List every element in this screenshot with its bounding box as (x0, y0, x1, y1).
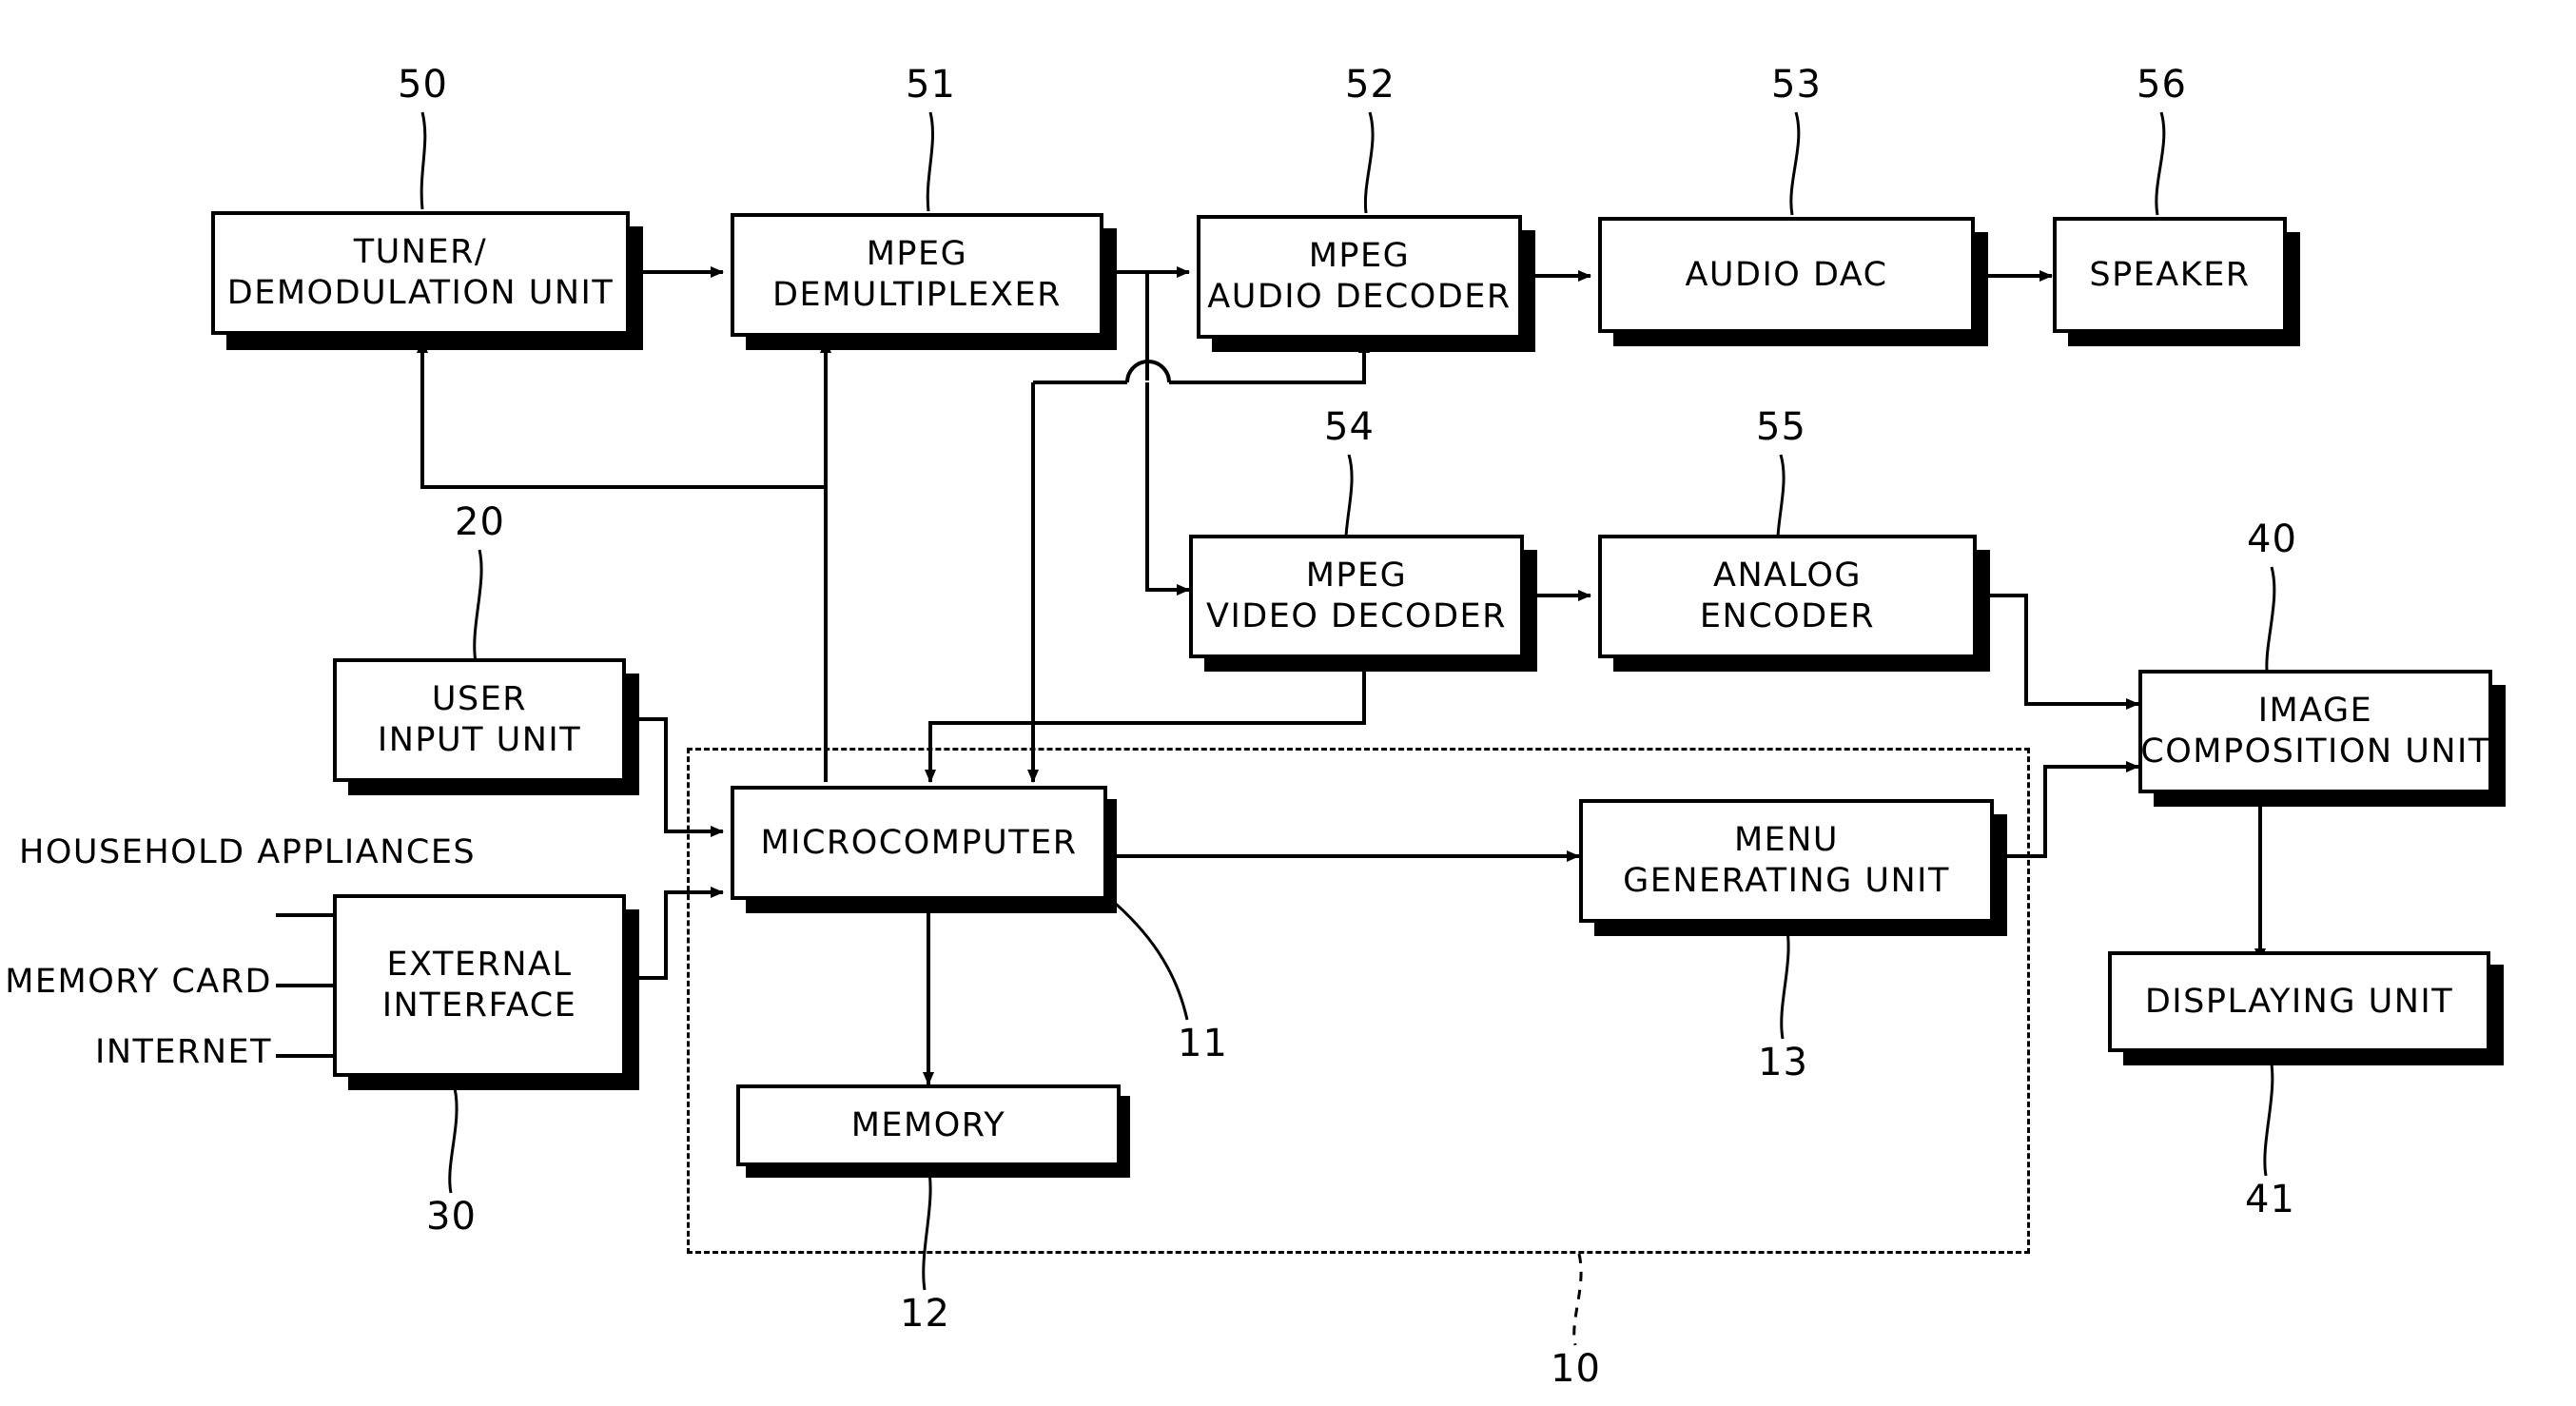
microcomputer-label: MICROCOMPUTER (760, 823, 1078, 862)
shadow-micro (746, 898, 1117, 913)
wire-encoder-to-imagecomp (1984, 594, 2139, 710)
user-input-label-line1: USER (431, 680, 528, 719)
block-displaying-unit[interactable]: DISPLAYING UNIT (2108, 951, 2490, 1052)
audio-decoder-label-line1: MPEG (1308, 237, 1411, 276)
household-line1: HOUSEHOLD (19, 833, 245, 871)
analog-encoder-label-line1: ANALOG (1713, 557, 1862, 596)
shadow-userinput (348, 780, 639, 795)
memory-label: MEMORY (850, 1105, 1006, 1144)
image-composition-label-line2: COMPOSITION UNIT (2140, 732, 2490, 771)
patent-block-diagram: TUNER/ DEMODULATION UNIT MPEG DEMULTIPLE… (0, 0, 2576, 1406)
shadow-speaker (2068, 331, 2300, 346)
leader-30 (448, 1087, 459, 1194)
block-menu-generating-unit[interactable]: MENU GENERATING UNIT (1579, 799, 1994, 923)
ref-numeral-40: 40 (2247, 517, 2297, 561)
block-microcomputer[interactable]: MICROCOMPUTER (731, 786, 1107, 900)
shadow-display-side (2488, 965, 2504, 1065)
ref-numeral-11: 11 (1178, 1022, 1228, 1065)
leader-53 (1789, 111, 1801, 216)
ref-numeral-54: 54 (1324, 405, 1375, 449)
shadow-speaker-side (2285, 232, 2300, 346)
block-tuner-demodulation-unit[interactable]: TUNER/ DEMODULATION UNIT (211, 211, 630, 335)
tuner-label-line2: DEMODULATION UNIT (226, 274, 615, 312)
shadow-encoder-side (1975, 550, 1990, 672)
block-image-composition-unit[interactable]: IMAGE COMPOSITION UNIT (2138, 670, 2492, 793)
leader-10 (1572, 1253, 1583, 1346)
demux-label-line1: MPEG (866, 235, 968, 274)
memory-card-text: MEMORY CARD (5, 963, 272, 1001)
ref-numeral-20: 20 (455, 500, 505, 544)
block-speaker[interactable]: SPEAKER (2053, 217, 2287, 333)
shadow-menu-side (1992, 814, 2007, 936)
block-user-input-unit[interactable]: USER INPUT UNIT (333, 658, 626, 782)
ref-numeral-55: 55 (1756, 405, 1806, 449)
audio-dac-label: AUDIO DAC (1685, 255, 1888, 294)
leader-51 (926, 111, 934, 212)
block-mpeg-audio-decoder[interactable]: MPEG AUDIO DECODER (1197, 215, 1522, 339)
ref-numeral-52: 52 (1345, 63, 1395, 107)
image-composition-label-line1: IMAGE (2257, 692, 2373, 731)
label-internet: INTERNET (0, 1033, 272, 1071)
block-memory[interactable]: MEMORY (736, 1084, 1121, 1166)
shadow-audiodec (1212, 337, 1535, 352)
shadow-audiodec-side (1520, 230, 1535, 352)
shadow-imagecomp (2154, 791, 2506, 807)
wire-demux-to-videodec (1145, 382, 1190, 596)
user-input-label-line2: INPUT UNIT (377, 721, 582, 759)
shadow-videodec (1204, 656, 1537, 672)
ref-numeral-41: 41 (2245, 1178, 2295, 1221)
leader-20 (473, 549, 483, 663)
displaying-label: DISPLAYING UNIT (2144, 982, 2454, 1021)
video-decoder-label-line2: VIDEO DECODER (1206, 597, 1507, 635)
ref-numeral-10: 10 (1551, 1347, 1601, 1391)
household-line2: APPLIANCES (257, 833, 477, 871)
label-memory-card: MEMORY CARD (0, 963, 272, 1001)
shadow-extif (348, 1075, 639, 1090)
shadow-extif-side (624, 909, 639, 1090)
ref-numeral-51: 51 (906, 63, 956, 107)
demux-label-line2: DEMULTIPLEXER (772, 276, 1062, 314)
tuner-label-line1: TUNER/ (353, 233, 488, 272)
menu-generating-label-line2: GENERATING UNIT (1623, 862, 1950, 900)
leader-56 (2155, 111, 2166, 216)
shadow-dac (1613, 331, 1988, 346)
shadow-menu (1594, 921, 2007, 936)
leader-50 (420, 111, 427, 210)
leader-52 (1363, 111, 1375, 214)
shadow-videodec-side (1522, 550, 1537, 672)
block-analog-encoder[interactable]: ANALOG ENCODER (1598, 535, 1977, 658)
block-mpeg-video-decoder[interactable]: MPEG VIDEO DECODER (1189, 535, 1524, 658)
leader-40 (2265, 566, 2276, 680)
menu-generating-label-line1: MENU (1733, 821, 1840, 860)
block-mpeg-demultiplexer[interactable]: MPEG DEMULTIPLEXER (731, 213, 1103, 337)
shadow-tuner (226, 335, 643, 350)
analog-encoder-label-line2: ENCODER (1699, 597, 1876, 635)
audio-decoder-label-line2: AUDIO DECODER (1207, 278, 1512, 316)
shadow-demux (746, 335, 1117, 350)
block-audio-dac[interactable]: AUDIO DAC (1598, 217, 1975, 333)
shadow-display (2123, 1050, 2504, 1065)
wire-hop-arc (1125, 360, 1171, 383)
block-external-interface[interactable]: EXTERNAL INTERFACE (333, 894, 626, 1077)
shadow-tuner-side (628, 226, 643, 350)
ref-numeral-12: 12 (900, 1292, 950, 1336)
shadow-dac-side (1973, 232, 1988, 346)
external-interface-label-line1: EXTERNAL (386, 946, 573, 985)
ref-numeral-13: 13 (1758, 1041, 1808, 1084)
ref-numeral-56: 56 (2137, 63, 2187, 107)
internet-text: INTERNET (95, 1033, 272, 1071)
ref-numeral-50: 50 (398, 63, 448, 107)
shadow-demux-side (1102, 228, 1117, 350)
shadow-imagecomp-side (2490, 685, 2506, 807)
external-interface-label-line2: INTERFACE (381, 986, 577, 1025)
shadow-encoder (1613, 656, 1990, 672)
speaker-label: SPEAKER (2089, 255, 2251, 294)
video-decoder-label-line1: MPEG (1305, 557, 1408, 596)
label-household-appliances: HOUSEHOLD APPLIANCES (19, 833, 475, 871)
ref-numeral-30: 30 (426, 1195, 477, 1239)
leader-41 (2263, 1053, 2274, 1177)
shadow-userinput-side (624, 674, 639, 795)
ref-numeral-53: 53 (1771, 63, 1822, 107)
